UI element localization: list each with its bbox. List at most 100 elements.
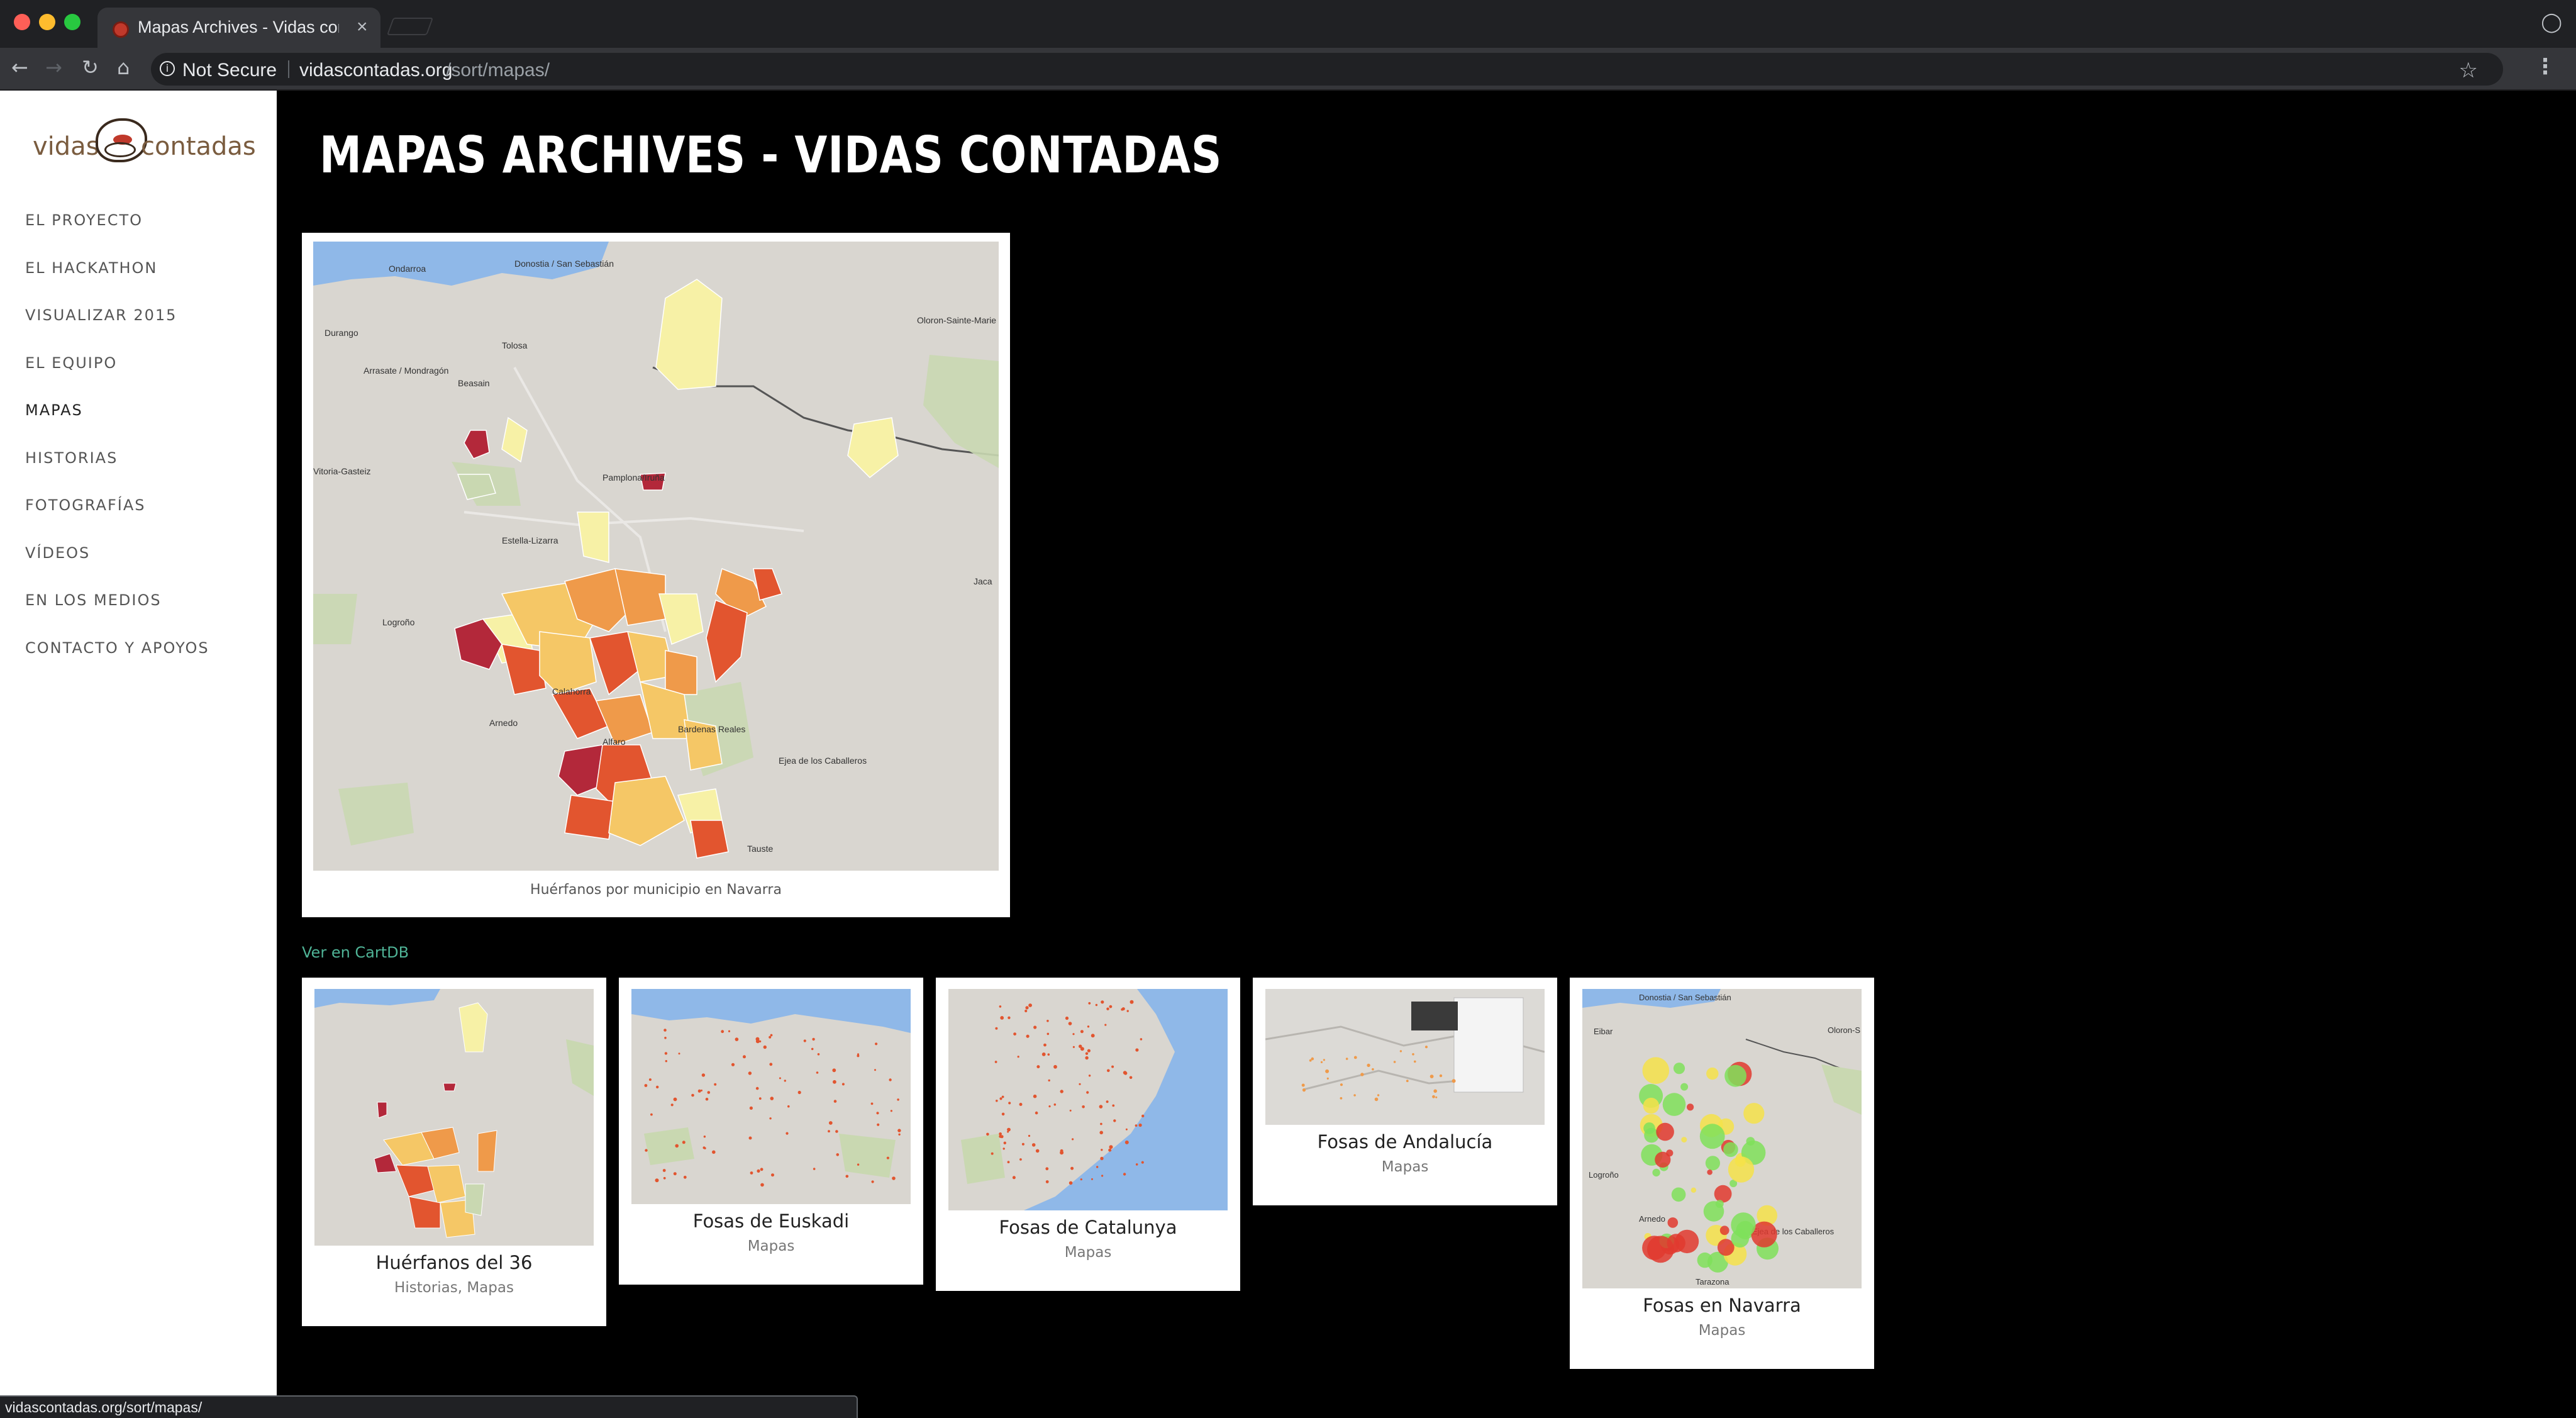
- map-marker: [1326, 1077, 1329, 1080]
- card-thumbnail[interactable]: [948, 989, 1228, 1210]
- map-marker: [1412, 1053, 1414, 1056]
- map-marker: [1070, 1166, 1074, 1170]
- map-label: Arnedo: [1639, 1214, 1665, 1224]
- separator: [288, 60, 289, 78]
- map-marker: [1045, 1180, 1049, 1183]
- map-marker: [1135, 1048, 1139, 1052]
- sidebar-item-fotografias[interactable]: FOTOGRAFÍAS: [25, 495, 209, 543]
- map-marker: [1367, 1063, 1370, 1068]
- map-marker: [755, 1037, 760, 1041]
- map-marker: [1043, 1043, 1046, 1047]
- map-marker: [664, 1052, 668, 1055]
- home-icon[interactable]: ⌂: [117, 55, 130, 79]
- map-marker: [648, 1078, 652, 1081]
- maximize-window-icon[interactable]: [64, 14, 80, 30]
- cartodb-link[interactable]: Ver en CartDB: [302, 944, 409, 961]
- profile-icon[interactable]: ◯: [2541, 11, 2562, 33]
- map-card-catalunya[interactable]: Fosas de Catalunya Mapas: [936, 978, 1240, 1291]
- card-title[interactable]: Fosas de Catalunya: [936, 1217, 1240, 1238]
- map-marker: [1112, 1104, 1115, 1107]
- info-icon[interactable]: i: [160, 61, 175, 76]
- logo-text-left: vidas: [33, 132, 99, 161]
- card-categories[interactable]: Mapas: [1570, 1322, 1874, 1339]
- map-marker: [750, 1171, 753, 1175]
- map-marker: [1024, 1009, 1028, 1013]
- sidebar-item-el-proyecto[interactable]: EL PROYECTO: [25, 210, 209, 258]
- sidebar-item-el-hackathon[interactable]: EL HACKATHON: [25, 258, 209, 306]
- sidebar-item-visualizar-2015[interactable]: VISUALIZAR 2015: [25, 305, 209, 353]
- map-marker: [1671, 1187, 1686, 1202]
- main-content: MAPAS ARCHIVES - VIDAS CONTADAS Donostia…: [277, 91, 2576, 1418]
- tab-close-icon[interactable]: ×: [357, 16, 368, 38]
- card-categories[interactable]: Mapas: [619, 1238, 923, 1254]
- map-marker: [1723, 1142, 1738, 1158]
- url-path[interactable]: /sort/mapas/: [446, 60, 550, 81]
- map-marker: [1047, 1053, 1050, 1056]
- card-thumbnail[interactable]: [314, 989, 594, 1246]
- featured-map[interactable]: Donostia / San Sebastián Oloron-Sainte-M…: [302, 233, 1010, 917]
- card-thumbnail[interactable]: [631, 989, 911, 1204]
- card-title[interactable]: Huérfanos del 36: [302, 1252, 606, 1273]
- map-marker: [1088, 1002, 1091, 1005]
- map-marker: [721, 1030, 724, 1034]
- sidebar-item-en-los-medios[interactable]: EN LOS MEDIOS: [25, 590, 209, 638]
- map-marker: [1088, 1075, 1091, 1077]
- close-window-icon[interactable]: [14, 14, 30, 30]
- card-thumbnail[interactable]: Donostia / San Sebastián Oloron-S Eibar …: [1582, 989, 1862, 1288]
- map-marker: [1124, 1140, 1129, 1144]
- map-marker: [889, 1078, 892, 1081]
- map-marker: [897, 1098, 899, 1101]
- sidebar-item-videos[interactable]: VÍDEOS: [25, 543, 209, 591]
- map-marker: [1086, 1091, 1089, 1094]
- card-categories[interactable]: Mapas: [936, 1244, 1240, 1261]
- card-categories[interactable]: Mapas: [1253, 1159, 1557, 1175]
- map-marker: [769, 1036, 772, 1039]
- map-marker: [1104, 1024, 1107, 1026]
- featured-map-caption: Huérfanos por municipio en Navarra: [530, 882, 782, 898]
- map-marker: [994, 1061, 997, 1063]
- map-marker: [771, 1173, 774, 1177]
- map-marker: [833, 1080, 836, 1084]
- address-bar[interactable]: i Not Secure vidascontadas.org /sort/map…: [151, 53, 2503, 86]
- map-marker: [1053, 1103, 1057, 1106]
- card-thumbnail[interactable]: [1265, 989, 1545, 1125]
- status-url: vidascontadas.org/sort/mapas/: [5, 1399, 203, 1415]
- map-card-andalucia[interactable]: Fosas de Andalucía Mapas: [1253, 978, 1557, 1205]
- map-marker: [797, 1090, 801, 1095]
- featured-map-image[interactable]: Donostia / San Sebastián Oloron-Sainte-M…: [313, 242, 999, 871]
- map-marker: [1325, 1069, 1330, 1073]
- map-card-navarra[interactable]: Donostia / San Sebastián Oloron-S Eibar …: [1570, 978, 1874, 1369]
- reload-icon[interactable]: ↻: [82, 55, 99, 79]
- map-card-euskadi[interactable]: Fosas de Euskadi Mapas: [619, 978, 923, 1285]
- map-marker: [1013, 1032, 1016, 1036]
- map-marker: [1003, 1141, 1006, 1144]
- forward-arrow-icon[interactable]: →: [45, 55, 62, 79]
- card-title[interactable]: Fosas en Navarra: [1570, 1295, 1874, 1316]
- site-logo[interactable]: vidas contadas: [33, 118, 256, 175]
- choropleth-map-svg: Donostia / San Sebastián Oloron-Sainte-M…: [313, 242, 999, 871]
- map-marker: [876, 1112, 879, 1115]
- map-marker: [1087, 1049, 1091, 1052]
- sidebar-item-contacto-y-apoyos[interactable]: CONTACTO Y APOYOS: [25, 638, 209, 686]
- map-marker: [1687, 1103, 1694, 1111]
- card-categories[interactable]: Historias, Mapas: [302, 1280, 606, 1296]
- card-title[interactable]: Fosas de Andalucía: [1253, 1131, 1557, 1153]
- map-marker: [898, 1133, 901, 1136]
- new-tab-button[interactable]: [386, 18, 434, 35]
- sidebar-item-historias[interactable]: HISTORIAS: [25, 448, 209, 496]
- browser-tab[interactable]: Mapas Archives - Vidas contadas ×: [97, 8, 380, 48]
- menu-icon[interactable]: ⋮: [2534, 54, 2556, 79]
- sidebar-item-mapas[interactable]: MAPAS: [25, 400, 209, 448]
- map-marker: [1091, 1178, 1093, 1180]
- map-marker: [1126, 1010, 1129, 1012]
- map-marker: [1699, 1124, 1725, 1149]
- sidebar-item-el-equipo[interactable]: EL EQUIPO: [25, 353, 209, 401]
- star-icon[interactable]: ☆: [2459, 58, 2478, 83]
- security-label[interactable]: Not Secure: [182, 60, 277, 81]
- card-title[interactable]: Fosas de Euskadi: [619, 1210, 923, 1232]
- back-arrow-icon[interactable]: ←: [11, 55, 28, 79]
- map-card-huerfanos[interactable]: Huérfanos del 36 Historias, Mapas: [302, 978, 606, 1326]
- minimize-window-icon[interactable]: [39, 14, 55, 30]
- url-host[interactable]: vidascontadas.org: [299, 60, 453, 81]
- map-marker: [1656, 1122, 1674, 1141]
